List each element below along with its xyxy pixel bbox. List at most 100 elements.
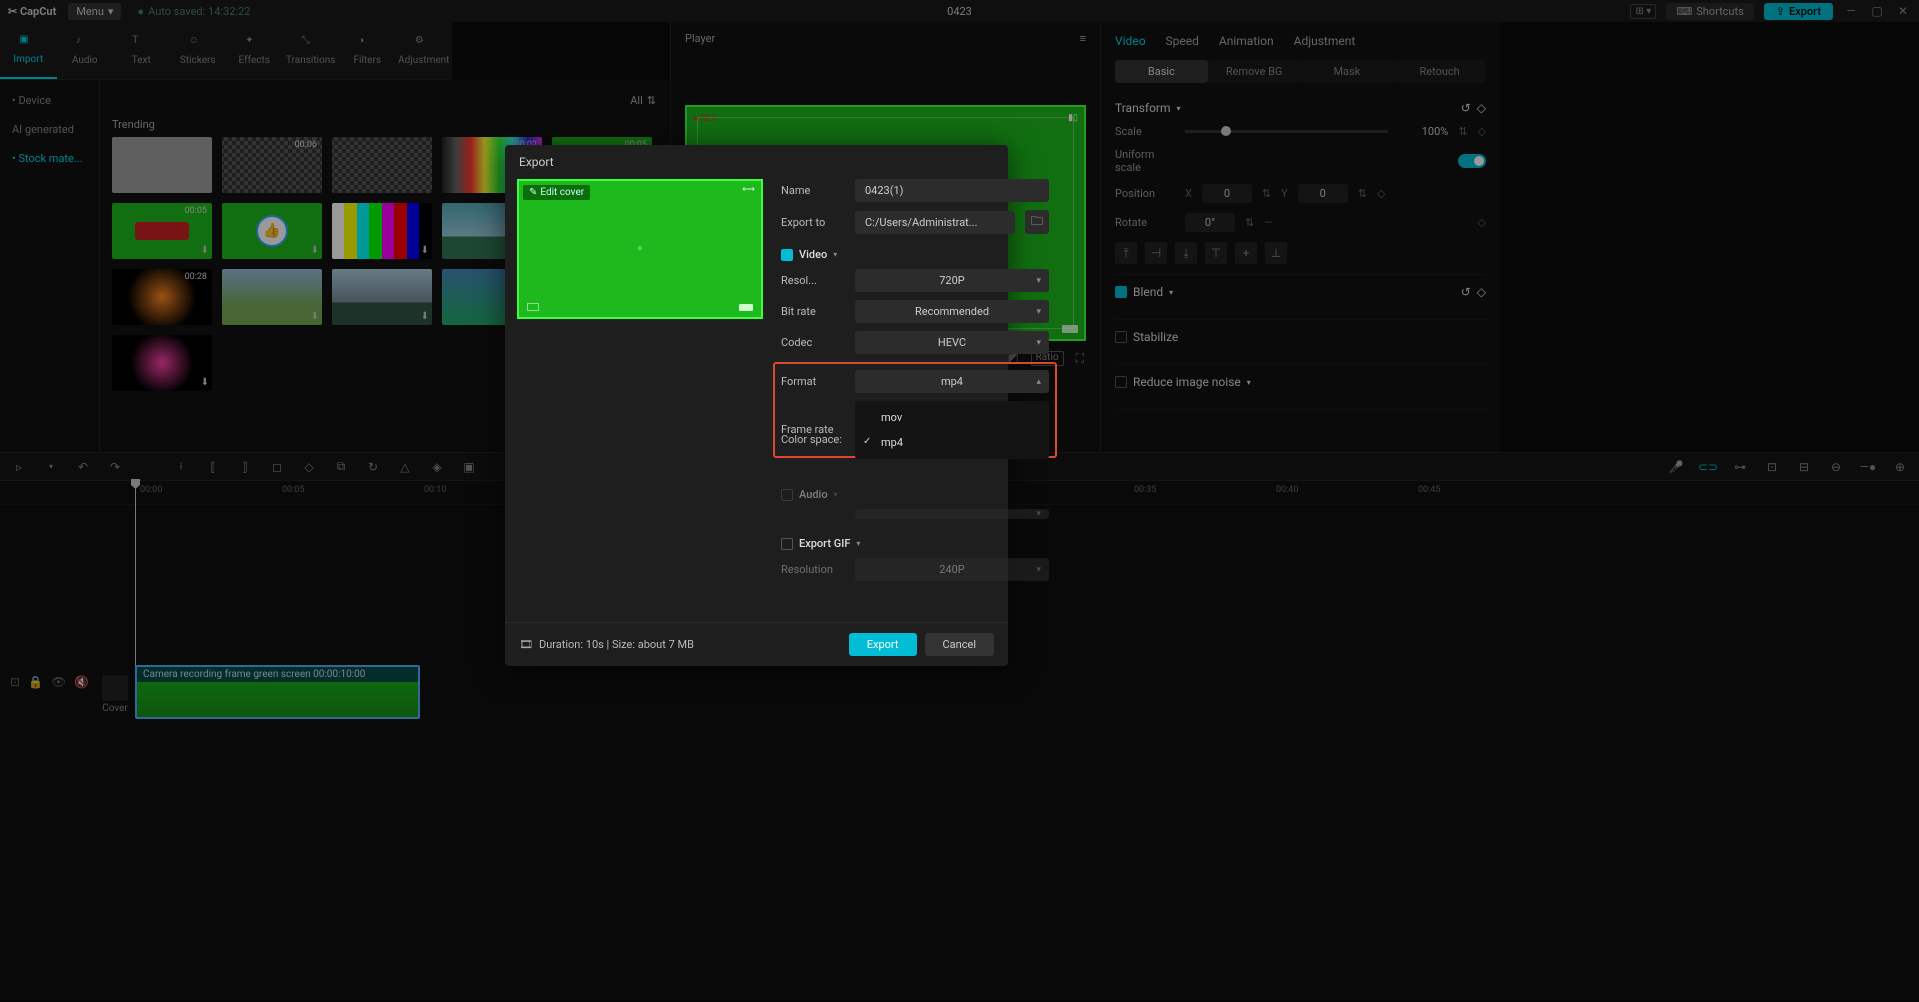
cover-button[interactable]: Cover	[100, 675, 130, 714]
sidebar-item[interactable]: • Stock mate...	[0, 144, 99, 173]
export-button[interactable]: ⇪ Export	[1764, 3, 1833, 20]
track-mute-icon[interactable]: 🔇	[74, 675, 89, 689]
reset-icon[interactable]: ↺	[1461, 285, 1471, 299]
name-input[interactable]	[855, 179, 1049, 202]
copy-icon[interactable]: ⧉	[332, 458, 350, 476]
crop-square-icon[interactable]: ◻	[268, 458, 286, 476]
tab-effects[interactable]: ✦Effects	[226, 22, 283, 79]
warning-icon[interactable]: △	[396, 458, 414, 476]
zoom-slider[interactable]: —●	[1859, 458, 1877, 476]
split-right-icon[interactable]: ⟧	[236, 458, 254, 476]
timeline-clip[interactable]: Camera recording frame green screen 00:0…	[135, 665, 420, 719]
undo-icon[interactable]: ↶	[74, 458, 92, 476]
zoom-in-icon[interactable]: ⊕	[1891, 458, 1909, 476]
media-thumbnail[interactable]: ⬇	[332, 203, 432, 259]
uniform-toggle[interactable]	[1458, 154, 1486, 168]
zoom-out-icon[interactable]: ⊖	[1827, 458, 1845, 476]
insp-tab-animation[interactable]: Animation	[1219, 34, 1274, 48]
pos-y-input[interactable]	[1298, 184, 1348, 203]
format-select[interactable]: mp4	[855, 370, 1049, 393]
shortcuts-button[interactable]: ⌨ Shortcuts	[1666, 3, 1753, 20]
media-thumbnail[interactable]: ⬇	[112, 335, 212, 391]
cancel-button[interactable]: Cancel	[925, 633, 994, 656]
track-settings-icon[interactable]: ⊡	[10, 675, 20, 689]
media-thumbnail[interactable]: ⬇	[332, 269, 432, 325]
minimize-icon[interactable]: —	[1843, 4, 1859, 18]
stepper-icon[interactable]: ⇅	[1245, 216, 1254, 229]
noise-checkbox[interactable]	[1115, 376, 1127, 388]
fullscreen-icon[interactable]: ⛶	[1076, 351, 1084, 366]
stepper-icon[interactable]: ⇅	[1358, 187, 1367, 200]
magnet-toggle-icon[interactable]: ⊂⊃	[1699, 458, 1717, 476]
track-visible-icon[interactable]: 👁	[51, 675, 66, 689]
align-left-icon[interactable]: ⤒	[1115, 242, 1137, 264]
keyframe-icon[interactable]: ◇	[1478, 216, 1486, 229]
tab-stickers[interactable]: ☺Stickers	[170, 22, 227, 79]
scale-slider[interactable]	[1185, 130, 1388, 133]
insp-tab-adjustment[interactable]: Adjustment	[1294, 34, 1356, 48]
filter-all[interactable]: All⇅	[630, 94, 656, 107]
browse-folder-button[interactable]: 🗀	[1025, 210, 1049, 234]
sidebar-item[interactable]: • Device	[0, 86, 99, 115]
snap-icon[interactable]: ⊡	[1763, 458, 1781, 476]
align-center-v-icon[interactable]: +	[1235, 242, 1257, 264]
mic-icon[interactable]: 🎤	[1667, 458, 1685, 476]
keyframe-icon[interactable]: ◇	[1477, 101, 1486, 115]
resolution-select[interactable]: 720P	[855, 269, 1049, 292]
stepper-icon[interactable]: ⇅	[1262, 187, 1271, 200]
subtab-basic[interactable]: Basic	[1115, 60, 1208, 83]
media-thumbnail[interactable]: 00:28	[112, 269, 212, 325]
media-thumbnail[interactable]: 00:05⬇	[112, 203, 212, 259]
media-thumbnail[interactable]: ⬇	[222, 203, 322, 259]
keyframe-icon[interactable]: ◇	[1477, 285, 1486, 299]
blend-checkbox[interactable]	[1115, 286, 1127, 298]
selection-tool-icon[interactable]: ▹	[10, 458, 28, 476]
download-icon[interactable]: ⬇	[311, 245, 319, 256]
reverse-icon[interactable]: ↻	[364, 458, 382, 476]
download-icon[interactable]: ⬇	[421, 311, 429, 322]
pos-x-input[interactable]	[1202, 184, 1252, 203]
tab-audio[interactable]: ♪Audio	[57, 22, 114, 79]
align-top-icon[interactable]: ⊤	[1205, 242, 1227, 264]
video-checkbox[interactable]	[781, 249, 793, 261]
media-thumbnail[interactable]	[332, 137, 432, 193]
split-icon[interactable]: ⟊	[172, 458, 190, 476]
exportto-input[interactable]	[855, 211, 1015, 234]
format-option-mp4[interactable]: mp4	[855, 430, 1049, 455]
keyframe-icon[interactable]: ◇	[1377, 187, 1385, 200]
chevron-down-icon[interactable]: ▾	[42, 458, 60, 476]
media-thumbnail[interactable]	[112, 137, 212, 193]
tab-text[interactable]: TText	[113, 22, 170, 79]
download-icon[interactable]: ⬇	[201, 377, 209, 388]
cover-preview[interactable]: ✎Edit cover ⟷ +	[517, 179, 763, 319]
tab-import[interactable]: ▣Import	[0, 22, 57, 79]
gif-checkbox[interactable]	[781, 538, 793, 550]
export-confirm-button[interactable]: Export	[849, 633, 917, 656]
align-center-h-icon[interactable]: ⊣	[1145, 242, 1167, 264]
format-option-mov[interactable]: mov	[855, 405, 1049, 430]
maximize-icon[interactable]: ▢	[1869, 4, 1885, 18]
media-thumbnail[interactable]: 00:06	[222, 137, 322, 193]
stabilize-checkbox[interactable]	[1115, 331, 1127, 343]
tab-adjustment[interactable]: ⚙Adjustment	[396, 22, 453, 79]
media-thumbnail[interactable]: ⬇	[222, 269, 322, 325]
tab-filters[interactable]: ◑Filters	[339, 22, 396, 79]
download-icon[interactable]: ⬇	[421, 245, 429, 256]
crop-icon[interactable]: ▣	[460, 458, 478, 476]
split-left-icon[interactable]: ⟦	[204, 458, 222, 476]
diamond-icon[interactable]: ◈	[428, 458, 446, 476]
close-icon[interactable]: ✕	[1895, 4, 1911, 18]
edit-cover-button[interactable]: ✎Edit cover	[523, 185, 590, 200]
subtab-retouch[interactable]: Retouch	[1393, 60, 1486, 83]
sidebar-item[interactable]: AI generated	[0, 115, 99, 144]
marker-icon[interactable]: ◇	[300, 458, 318, 476]
download-icon[interactable]: ⬇	[311, 311, 319, 322]
codec-select[interactable]: HEVC	[855, 331, 1049, 354]
align-right-icon[interactable]: ⤓	[1175, 242, 1197, 264]
preview-icon[interactable]: ⊟	[1795, 458, 1813, 476]
subtab-removebg[interactable]: Remove BG	[1208, 60, 1301, 83]
track-lock-icon[interactable]: 🔒	[28, 675, 43, 689]
download-icon[interactable]: ⬇	[201, 245, 209, 256]
bitrate-select[interactable]: Recommended	[855, 300, 1049, 323]
align-bottom-icon[interactable]: ⊥	[1265, 242, 1287, 264]
